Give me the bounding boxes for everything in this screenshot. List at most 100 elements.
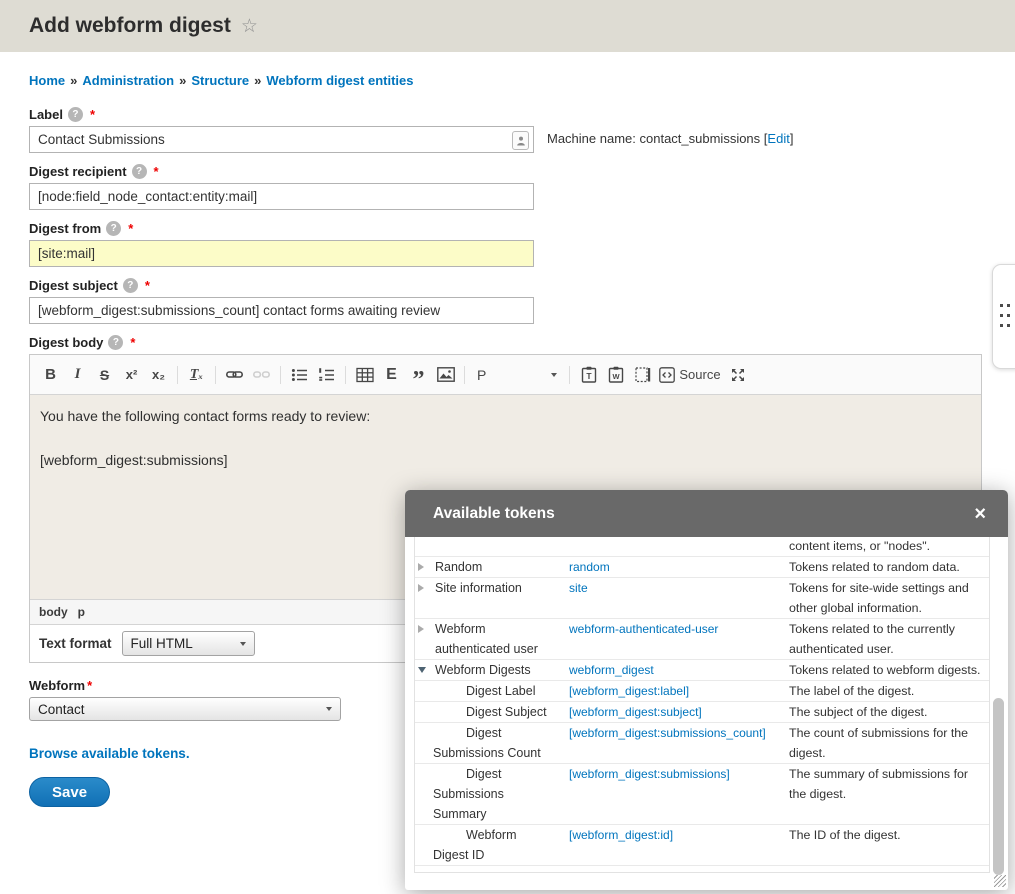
source-button[interactable]: Source	[657, 362, 723, 387]
token-row-webform-digests: Webform Digests webform_digest Tokens re…	[415, 660, 989, 681]
strikethrough-button[interactable]: S	[92, 362, 117, 387]
unlink-button[interactable]	[249, 362, 274, 387]
breadcrumb-separator: »	[70, 73, 77, 88]
autofill-contact-icon[interactable]	[512, 131, 529, 150]
label-input[interactable]	[29, 126, 534, 153]
toolbar-separator	[280, 366, 281, 384]
token-link[interactable]: [webform_digest:submissions_count]	[569, 726, 766, 740]
required-mark: *	[90, 107, 95, 122]
help-icon[interactable]: ?	[132, 164, 147, 179]
browse-tokens-link[interactable]: Browse available tokens.	[29, 746, 190, 761]
favorite-star-icon[interactable]: ☆	[241, 17, 258, 36]
token-description: content items, or "nodes".	[789, 537, 983, 556]
token-row-digest-label: Digest Label [webform_digest:label] The …	[415, 681, 989, 702]
token-link[interactable]: [webform_digest:subject]	[569, 705, 702, 719]
expand-triangle-icon[interactable]	[418, 563, 424, 571]
digest-subject-input[interactable]	[29, 297, 534, 324]
token-description: The subject of the digest.	[789, 702, 983, 722]
token-link-cell: [webform_digest:subject]	[569, 702, 789, 722]
superscript-button[interactable]: x²	[119, 362, 144, 387]
collapse-triangle-icon[interactable]	[418, 667, 426, 673]
token-link[interactable]: [webform_digest:submissions]	[569, 767, 730, 781]
label-field-label: Label ? *	[29, 106, 986, 123]
page-title: Add webform digest	[29, 14, 231, 38]
text-format-value: Full HTML	[131, 636, 193, 651]
help-icon[interactable]: ?	[108, 335, 123, 350]
subscript-button[interactable]: x₂	[146, 362, 171, 387]
chevron-down-icon	[326, 707, 332, 711]
table-button[interactable]	[352, 362, 377, 387]
maximize-button[interactable]	[725, 362, 750, 387]
italic-button[interactable]: I	[65, 362, 90, 387]
token-link[interactable]: [webform_digest:label]	[569, 684, 689, 698]
image-button[interactable]	[433, 362, 458, 387]
breadcrumb-separator: »	[179, 73, 186, 88]
token-link[interactable]: [webform_digest:id]	[569, 828, 673, 842]
token-link[interactable]: webform-authenticated-user	[569, 622, 718, 636]
toolbar-separator	[215, 366, 216, 384]
breadcrumb-home[interactable]: Home	[29, 73, 65, 88]
bulleted-list-button[interactable]	[287, 362, 312, 387]
token-row-digest-submissions-summary: Digest Submissions Summary [webform_dige…	[415, 764, 989, 825]
resize-grip-icon[interactable]	[994, 875, 1006, 887]
token-link[interactable]: site	[569, 581, 588, 595]
link-button[interactable]	[222, 362, 247, 387]
digest-recipient-label: Digest recipient ? *	[29, 163, 986, 180]
token-row-digest-subject: Digest Subject [webform_digest:subject] …	[415, 702, 989, 723]
label-text: Webform	[29, 678, 85, 693]
token-row-digest-submissions-count: Digest Submissions Count [webform_digest…	[415, 723, 989, 764]
dialog-header[interactable]: Available tokens ×	[405, 490, 1008, 537]
editor-paragraph: You have the following contact forms rea…	[40, 408, 971, 424]
breadcrumb-separator: »	[254, 73, 261, 88]
path-body[interactable]: body	[39, 605, 68, 619]
numbered-list-button[interactable]	[314, 362, 339, 387]
page-header: Add webform digest ☆	[0, 0, 1015, 52]
paste-from-word-button[interactable]: W	[603, 362, 628, 387]
token-link[interactable]: random	[569, 560, 610, 574]
help-icon[interactable]: ?	[106, 221, 121, 236]
expand-triangle-icon[interactable]	[418, 625, 424, 633]
blockquote-button[interactable]: ”	[406, 357, 431, 392]
source-label: Source	[679, 367, 720, 382]
tray-handle[interactable]	[992, 264, 1015, 369]
save-button[interactable]: Save	[29, 777, 110, 807]
close-icon[interactable]: ×	[974, 504, 986, 524]
token-name: Webform authenticated user	[419, 619, 569, 659]
paste-text-button[interactable]: T	[576, 362, 601, 387]
token-description: Tokens for site-wide settings and other …	[789, 578, 983, 618]
text-format-select[interactable]: Full HTML	[122, 631, 255, 656]
required-mark: *	[154, 164, 159, 179]
breadcrumb-structure[interactable]: Structure	[191, 73, 249, 88]
toolbar-separator	[177, 366, 178, 384]
help-icon[interactable]: ?	[68, 107, 83, 122]
scrollbar-thumb[interactable]	[993, 698, 1004, 875]
select-all-button[interactable]	[630, 362, 655, 387]
token-link[interactable]: webform_digest	[569, 663, 654, 677]
machine-name-text: Machine name: contact_submissions	[547, 131, 760, 146]
dialog-scrollbar[interactable]	[993, 540, 1005, 870]
digest-from-input[interactable]	[29, 240, 534, 267]
webform-select[interactable]: Contact	[29, 697, 341, 721]
machine-name-edit-link[interactable]: Edit	[767, 131, 789, 146]
embed-button[interactable]: E	[379, 362, 404, 387]
token-description: Tokens related to the currently authenti…	[789, 619, 983, 659]
webform-value: Contact	[38, 702, 85, 717]
remove-format-button[interactable]: Tₓ	[184, 362, 209, 387]
expand-triangle-icon[interactable]	[418, 584, 424, 592]
grip-dots-icon	[1000, 304, 1015, 327]
chevron-down-icon	[551, 373, 557, 377]
token-name: Webform Digests	[419, 660, 569, 680]
breadcrumb-administration[interactable]: Administration	[82, 73, 174, 88]
token-row-webform-authenticated-user: Webform authenticated user webform-authe…	[415, 619, 989, 660]
field-digest-from: Digest from ? *	[29, 220, 986, 267]
token-link-cell: site	[569, 578, 789, 618]
path-p[interactable]: p	[78, 605, 85, 619]
bold-button[interactable]: B	[38, 362, 63, 387]
paste-text-letter: T	[586, 371, 592, 381]
toolbar-separator	[464, 366, 465, 384]
digest-recipient-input[interactable]	[29, 183, 534, 210]
paragraph-format-dropdown[interactable]: P	[471, 362, 563, 387]
help-icon[interactable]: ?	[123, 278, 138, 293]
breadcrumb-webform-digest-entities[interactable]: Webform digest entities	[266, 73, 413, 88]
token-link-cell: [webform_digest:submissions_count]	[569, 723, 789, 763]
